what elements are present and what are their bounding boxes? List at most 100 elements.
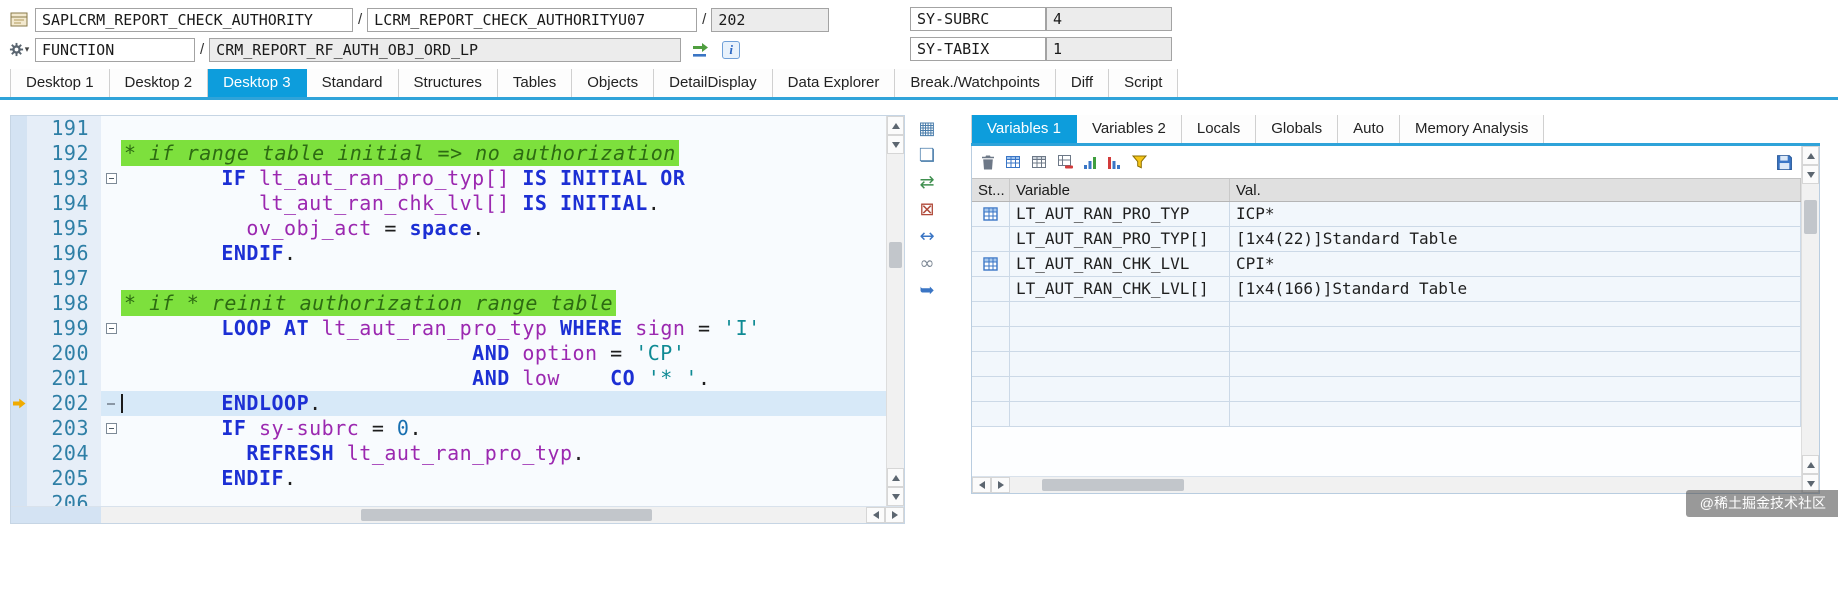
- variable-value-cell[interactable]: CPI*: [1230, 252, 1801, 277]
- scroll-track[interactable]: [1802, 184, 1819, 455]
- breakpoint-margin[interactable]: [11, 416, 27, 441]
- code-line-201[interactable]: 201 AND low CO '* '.: [11, 366, 886, 391]
- sort-descending-icon[interactable]: [1107, 155, 1122, 170]
- column-header-variable[interactable]: Variable: [1010, 179, 1230, 201]
- breakpoint-margin[interactable]: [11, 116, 27, 141]
- code-line-205[interactable]: 205 ENDIF.: [11, 466, 886, 491]
- variable-value-cell[interactable]: [1x4(22)]Standard Table: [1230, 227, 1801, 252]
- variable-name-cell[interactable]: LT_AUT_RAN_PRO_TYP[]: [1010, 227, 1230, 252]
- vars-tab-memory-analysis[interactable]: Memory Analysis: [1399, 115, 1545, 143]
- vars-tab-variables-2[interactable]: Variables 2: [1076, 115, 1182, 143]
- breakpoint-margin[interactable]: [11, 316, 27, 341]
- code-line-206[interactable]: 206: [11, 491, 886, 506]
- scroll-right-button[interactable]: [991, 477, 1010, 493]
- info-icon[interactable]: i: [722, 40, 741, 59]
- unlink-icon[interactable]: ∞: [920, 254, 935, 274]
- scroll-track[interactable]: [887, 154, 904, 468]
- layout-icon[interactable]: [1005, 154, 1022, 170]
- breakpoint-margin[interactable]: [11, 241, 27, 266]
- breakpoint-margin[interactable]: [11, 341, 27, 366]
- code-text[interactable]: lt_aut_ran_chk_lvl[] IS INITIAL.: [121, 191, 886, 216]
- tab-tables[interactable]: Tables: [497, 69, 573, 97]
- delete-icon[interactable]: [980, 154, 996, 171]
- vars-tab-locals[interactable]: Locals: [1181, 115, 1257, 143]
- variable-value-cell[interactable]: [1230, 327, 1801, 352]
- code-line-195[interactable]: 195 ov_obj_act = space.: [11, 216, 886, 241]
- variable-value-cell[interactable]: ICP*: [1230, 202, 1801, 227]
- fold-toggle-icon[interactable]: [101, 316, 121, 341]
- code-text[interactable]: IF sy-subrc = 0.: [121, 416, 886, 441]
- column-header-value[interactable]: Val.: [1230, 179, 1801, 201]
- save-icon[interactable]: [1776, 154, 1793, 171]
- variable-row[interactable]: [972, 302, 1801, 327]
- code-line-196[interactable]: 196 ENDIF.: [11, 241, 886, 266]
- code-line-202[interactable]: 202 ENDLOOP.: [11, 391, 886, 416]
- new-page-icon[interactable]: ❏: [919, 146, 935, 166]
- scroll-left-button[interactable]: [866, 507, 885, 523]
- vars-horizontal-scrollbar[interactable]: [972, 476, 1801, 493]
- scroll-left-button[interactable]: [972, 477, 991, 493]
- tab-structures[interactable]: Structures: [398, 69, 498, 97]
- code-text[interactable]: REFRESH lt_aut_ran_pro_typ.: [121, 441, 886, 466]
- sy-tabix-label-field[interactable]: SY-TABIX: [910, 37, 1046, 61]
- code-text[interactable]: IF lt_aut_ran_pro_typ[] IS INITIAL OR: [121, 166, 886, 191]
- sy-subrc-label-field[interactable]: SY-SUBRC: [910, 7, 1046, 31]
- breakpoint-margin[interactable]: [11, 141, 27, 166]
- variable-value-cell[interactable]: [1x4(166)]Standard Table: [1230, 277, 1801, 302]
- tab-detaildisplay[interactable]: DetailDisplay: [654, 69, 773, 97]
- services-grid-icon[interactable]: ▦: [918, 119, 935, 139]
- breakpoint-margin[interactable]: [11, 441, 27, 466]
- breakpoint-margin[interactable]: [11, 366, 27, 391]
- vars-tab-variables-1[interactable]: Variables 1: [971, 115, 1077, 143]
- tab-desktop-2[interactable]: Desktop 2: [109, 69, 209, 97]
- vars-vertical-scrollbar[interactable]: [1801, 146, 1819, 493]
- code-viewport[interactable]: 191 192 * if range table initial => no aut…: [11, 116, 886, 506]
- breakpoint-margin[interactable]: [11, 166, 27, 191]
- code-line-200[interactable]: 200 AND option = 'CP': [11, 341, 886, 366]
- breakpoint-margin[interactable]: [11, 466, 27, 491]
- code-text[interactable]: ov_obj_act = space.: [121, 216, 886, 241]
- event-name-field[interactable]: CRM_REPORT_RF_AUTH_OBJ_ORD_LP: [209, 37, 682, 62]
- code-text[interactable]: ENDIF.: [121, 466, 886, 491]
- scroll-up-button[interactable]: [887, 468, 904, 487]
- tab-standard[interactable]: Standard: [306, 69, 399, 97]
- variable-value-cell[interactable]: [1230, 377, 1801, 402]
- goto-statement-icon[interactable]: ➥: [919, 281, 934, 301]
- scroll-right-button[interactable]: [885, 507, 904, 523]
- code-text[interactable]: [121, 116, 886, 141]
- gear-icon[interactable]: ▾: [8, 42, 30, 57]
- variable-name-cell[interactable]: [1010, 302, 1230, 327]
- scroll-up-button[interactable]: [1802, 455, 1819, 474]
- breakpoint-margin[interactable]: [11, 491, 27, 506]
- variable-row[interactable]: LT_AUT_RAN_PRO_TYP ICP*: [972, 202, 1801, 227]
- variable-row[interactable]: [972, 402, 1801, 427]
- scroll-thumb[interactable]: [361, 509, 652, 521]
- event-type-field[interactable]: FUNCTION: [35, 37, 195, 62]
- variable-row[interactable]: [972, 352, 1801, 377]
- code-text[interactable]: ENDIF.: [121, 241, 886, 266]
- resize-horizontal-icon[interactable]: ↔: [919, 227, 934, 247]
- code-text[interactable]: * if range table initial => no authoriza…: [121, 140, 886, 166]
- line-number-field[interactable]: 202: [711, 7, 830, 32]
- code-text[interactable]: LOOP AT lt_aut_ran_pro_typ WHERE sign = …: [121, 316, 886, 341]
- code-text[interactable]: AND option = 'CP': [121, 341, 886, 366]
- breakpoint-margin[interactable]: [11, 191, 27, 216]
- filter-icon[interactable]: [1131, 154, 1148, 170]
- variable-name-cell[interactable]: [1010, 402, 1230, 427]
- code-line-194[interactable]: 194 lt_aut_ran_chk_lvl[] IS INITIAL.: [11, 191, 886, 216]
- code-text[interactable]: AND low CO '* '.: [121, 366, 886, 391]
- editor-horizontal-scrollbar[interactable]: [11, 506, 904, 523]
- code-line-198[interactable]: 198 * if * reinit authorization range tab…: [11, 290, 886, 316]
- variable-value-cell[interactable]: [1230, 352, 1801, 377]
- variable-value-cell[interactable]: [1230, 402, 1801, 427]
- code-text[interactable]: [121, 491, 886, 506]
- variable-name-cell[interactable]: LT_AUT_RAN_CHK_LVL[]: [1010, 277, 1230, 302]
- fold-toggle-icon[interactable]: [101, 166, 121, 191]
- variable-row[interactable]: LT_AUT_RAN_CHK_LVL CPI*: [972, 252, 1801, 277]
- tab-break-watchpoints[interactable]: Break./Watchpoints: [895, 69, 1056, 97]
- scroll-up-button[interactable]: [1802, 146, 1819, 165]
- program-field[interactable]: SAPLCRM_REPORT_CHECK_AUTHORITY: [35, 7, 353, 32]
- code-line-203[interactable]: 203 IF sy-subrc = 0.: [11, 416, 886, 441]
- variable-value-cell[interactable]: [1230, 302, 1801, 327]
- tab-desktop-1[interactable]: Desktop 1: [10, 69, 110, 97]
